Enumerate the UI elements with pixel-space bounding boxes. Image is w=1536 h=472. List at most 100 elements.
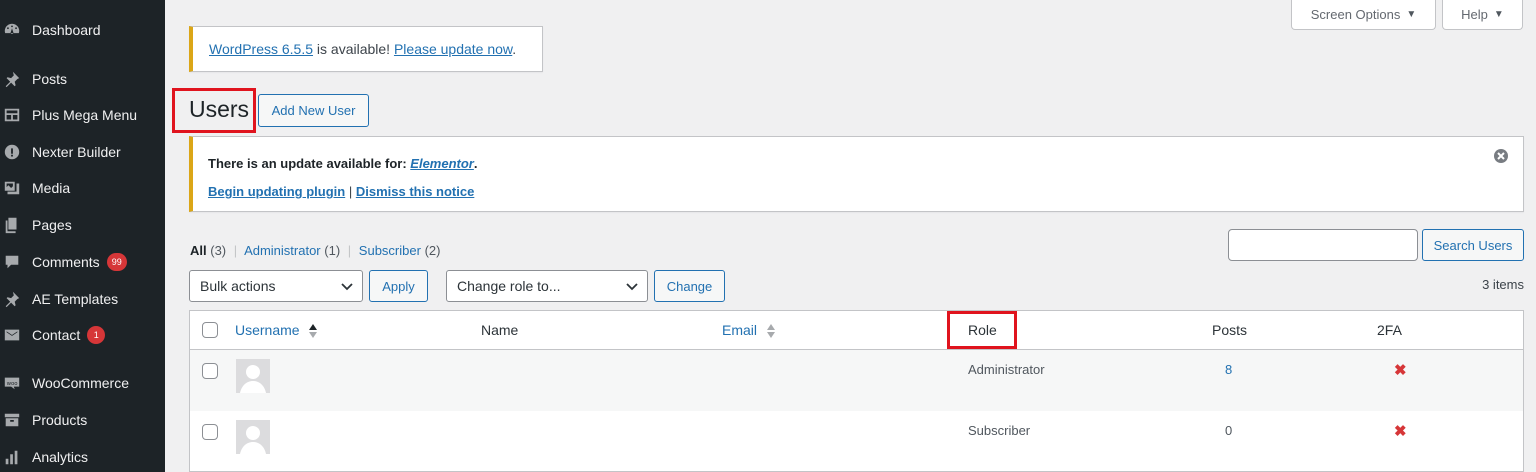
update-nag-end: . [512,41,517,57]
sidebar-item-label: WooCommerce [32,375,129,391]
change-button[interactable]: Change [654,270,725,302]
column-email[interactable]: Email [722,322,776,339]
sort-indicator-icon [766,324,775,339]
add-new-user-button[interactable]: Add New User [258,94,369,127]
comments-count-badge: 99 [106,253,127,271]
archive-icon [2,410,22,430]
sidebar-item-media[interactable]: Media [0,171,165,205]
column-username[interactable]: Username [235,322,318,339]
mail-icon [2,325,22,345]
filter-administrator-count: (1) [324,243,341,258]
row-checkbox[interactable] [202,363,218,379]
column-name: Name [481,322,519,338]
sidebar-item-pages[interactable]: Pages [0,208,165,242]
sidebar-item-nexter-builder[interactable]: Nexter Builder [0,135,165,169]
sidebar-item-posts[interactable]: Posts [0,62,165,96]
table-row: Administrator 8 ✖ [190,350,1523,411]
dashboard-icon [2,20,22,40]
sidebar-item-analytics[interactable]: Analytics [0,440,165,472]
plugin-update-notice: There is an update available for: Elemen… [189,136,1524,212]
plugin-notice-prefix: There is an update available for: [208,156,411,171]
dismiss-notice-link[interactable]: Dismiss this notice [356,184,474,199]
role-filter-links: All (3) | Administrator (1) | Subscriber… [190,243,440,258]
begin-updating-link[interactable]: Begin updating plugin [208,184,345,199]
media-icon [2,178,22,198]
dismiss-close-icon[interactable] [1493,148,1509,164]
filter-separator: | [233,243,238,258]
items-count: 3 items [1482,277,1524,292]
screen-options-tab[interactable]: Screen Options ▼ [1291,0,1436,30]
search-users-input[interactable] [1228,229,1418,261]
twofa-disabled-icon: ✖ [1394,423,1407,440]
caret-down-icon: ▼ [1406,9,1417,20]
row-posts: 8 [1225,362,1232,377]
search-users-button[interactable]: Search Users [1422,229,1524,261]
chevron-down-icon [626,283,638,291]
pin-icon [2,69,22,89]
screen-options-label: Screen Options [1310,7,1401,22]
sidebar-item-comments[interactable]: Comments 99 [0,245,165,279]
sidebar-item-label: Pages [32,217,72,233]
pages-icon [2,215,22,235]
help-tab[interactable]: Help ▼ [1442,0,1523,30]
sidebar-item-label: Plus Mega Menu [32,107,138,123]
woo-icon: woo [2,373,22,393]
row-posts: 0 [1225,423,1233,438]
pin-icon [2,289,22,309]
column-posts: Posts [1212,322,1248,338]
row-role: Administrator [968,362,1045,377]
users-table: Username Name Email Role Posts 2FA Admin… [189,310,1524,472]
filter-all[interactable]: All [190,243,207,258]
filter-subscriber[interactable]: Subscriber [359,243,421,258]
bulk-actions-value: Bulk actions [200,278,276,294]
sidebar-item-contact[interactable]: Contact 1 [0,318,165,352]
select-all-checkbox[interactable] [202,322,218,338]
table-row: Subscriber 0 ✖ [190,411,1523,472]
menu-grid-icon [2,105,22,125]
column-username-label: Username [235,322,300,338]
admin-sidebar: Dashboard Posts Plus Mega Menu Nexter Bu… [0,0,165,472]
filter-administrator[interactable]: Administrator [244,243,321,258]
row-posts-link[interactable]: 8 [1225,362,1232,377]
update-nag-text: is available! [313,41,394,57]
sidebar-item-label: Media [32,180,71,196]
sidebar-item-woocommerce[interactable]: woo WooCommerce [0,366,165,400]
chevron-down-icon [341,283,353,291]
sidebar-item-label: Analytics [32,449,89,465]
sidebar-item-ae-templates[interactable]: AE Templates [0,282,165,316]
filter-all-count: (3) [210,243,227,258]
please-update-link[interactable]: Please update now [394,41,512,57]
apply-button[interactable]: Apply [369,270,428,302]
comment-icon [2,252,22,272]
wordpress-version-link[interactable]: WordPress 6.5.5 [209,41,313,57]
row-checkbox[interactable] [202,424,218,440]
sidebar-item-label: Products [32,412,88,428]
core-update-notice: WordPress 6.5.5 is available! Please upd… [189,26,543,72]
table-header: Username Name Email Role Posts 2FA [190,311,1523,350]
filter-subscriber-count: (2) [424,243,441,258]
column-role: Role [968,322,997,338]
page-title: Users [189,96,250,122]
bar-chart-icon [2,447,22,467]
contact-count-badge: 1 [87,326,106,344]
column-2fa: 2FA [1377,322,1402,338]
twofa-disabled-icon: ✖ [1394,362,1407,379]
sidebar-item-label: Contact [32,327,81,343]
sidebar-item-products[interactable]: Products [0,403,165,437]
sidebar-item-label: AE Templates [32,291,119,307]
avatar [236,359,270,393]
sidebar-item-dashboard[interactable]: Dashboard [0,13,165,47]
elementor-plugin-link[interactable]: Elementor [410,156,474,171]
caret-down-icon: ▼ [1493,9,1504,20]
column-email-label: Email [722,322,758,338]
sidebar-item-label: Nexter Builder [32,144,121,160]
sidebar-item-plus-mega-menu[interactable]: Plus Mega Menu [0,98,165,132]
sort-indicator-icon [309,324,318,339]
plugin-notice-suffix: . [473,156,478,171]
bulk-actions-select[interactable]: Bulk actions [189,270,363,302]
sidebar-item-label: Posts [32,71,68,87]
sidebar-item-label: Dashboard [32,22,101,38]
change-role-select[interactable]: Change role to... [446,270,648,302]
row-role: Subscriber [968,423,1031,438]
filter-separator: | [347,243,352,258]
